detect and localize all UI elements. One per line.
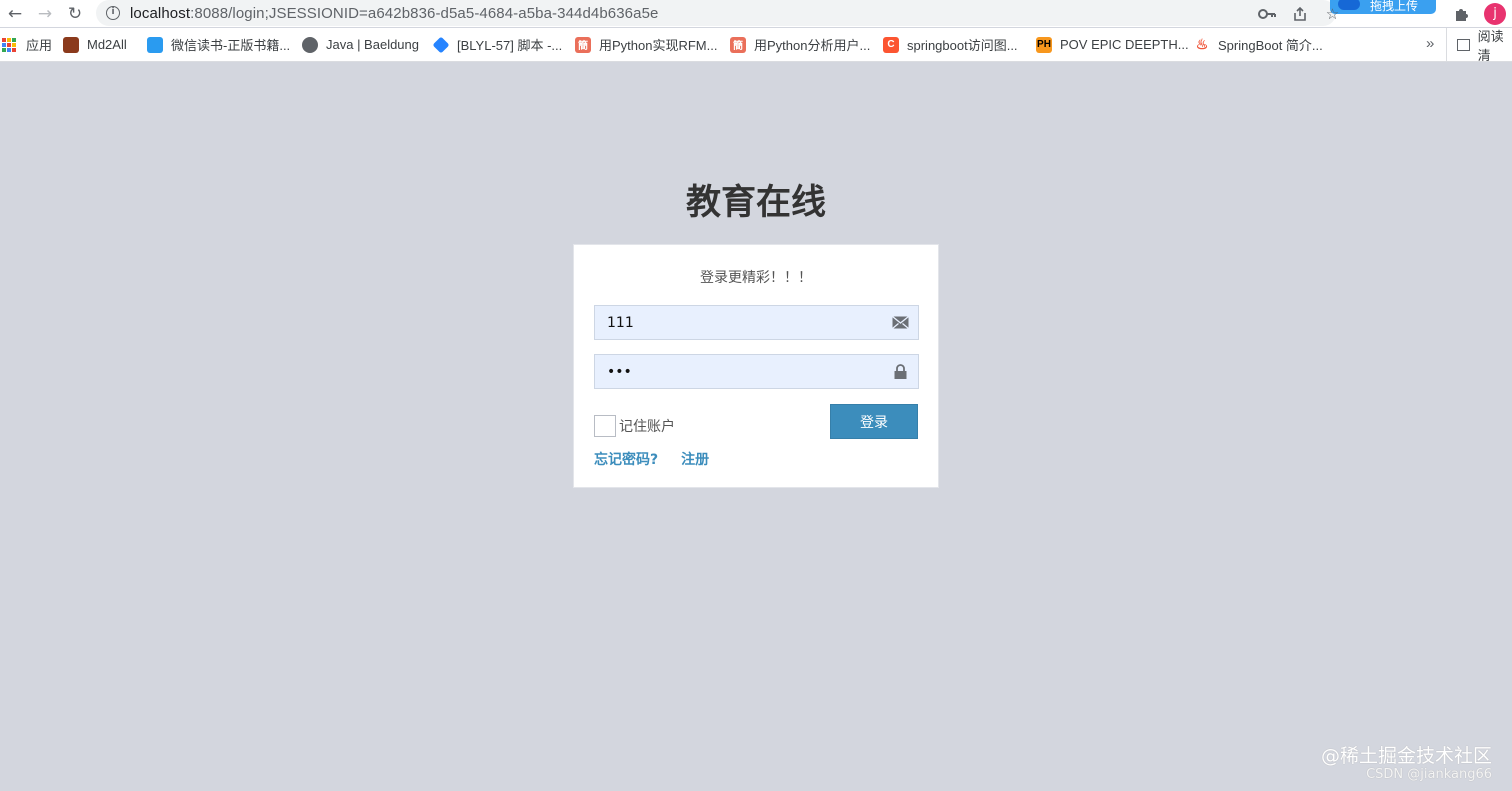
key-icon[interactable]	[1250, 0, 1283, 27]
bookmark-label: Java | Baeldung	[326, 37, 419, 52]
lock-icon	[894, 364, 907, 379]
bookmark-user-analysis[interactable]: 簡 用Python分析用户...	[730, 28, 883, 62]
bookmark-jira[interactable]: [BLYL-57] 脚本 -...	[432, 28, 575, 62]
bookmarks-more-button[interactable]: »	[1426, 28, 1434, 62]
globe-icon	[302, 36, 318, 53]
bookmark-label: POV EPIC DEEPTH...	[1060, 37, 1189, 52]
reload-icon[interactable]: ↻	[60, 0, 90, 27]
auth-links: 忘记密码? 注册	[594, 449, 732, 469]
bookmark-star-icon[interactable]: ☆	[1316, 0, 1349, 27]
reading-list-button[interactable]: 阅读清	[1446, 28, 1512, 63]
jira-icon	[432, 36, 450, 53]
username-field[interactable]	[594, 305, 919, 340]
back-icon[interactable]: ←	[0, 0, 30, 27]
bookmark-label: 用Python分析用户...	[754, 38, 871, 53]
url-host: localhost	[130, 4, 191, 22]
username-input[interactable]	[595, 306, 918, 339]
bookmark-label: 应用	[26, 38, 53, 53]
bookmark-label: [BLYL-57] 脚本 -...	[457, 38, 563, 53]
extension-icons	[1349, 0, 1445, 27]
weread-icon	[147, 36, 163, 53]
bookmark-baeldung[interactable]: Java | Baeldung	[302, 28, 433, 62]
envelope-icon	[892, 315, 909, 329]
bookmark-md2all[interactable]: Md2All	[63, 28, 147, 62]
login-card: 登录更精彩！！！ 记住账户 登录 忘记密码? 注册	[573, 244, 939, 488]
browser-toolbar: ← → ↻ i localhost:8088/login;JSESSIONID=…	[0, 0, 1512, 27]
bookmark-label: springboot访问图...	[907, 38, 1018, 53]
remember-account[interactable]: 记住账户	[594, 415, 675, 437]
bookmark-apps[interactable]: 应用	[2, 28, 63, 62]
ph-icon: PH	[1036, 36, 1052, 53]
bookmark-rfm[interactable]: 簡 用Python实现RFM...	[575, 28, 730, 62]
watermark-juejin: @稀土掘金技术社区	[1320, 745, 1492, 767]
watermark: @稀土掘金技术社区 CSDN @jiankang66	[1321, 746, 1492, 784]
password-input[interactable]	[595, 355, 918, 388]
remember-label: 记住账户	[619, 419, 675, 435]
toolbar-actions: ☆ j	[1250, 0, 1512, 27]
jianshu-icon: 簡	[575, 36, 591, 53]
apps-grid-icon	[2, 37, 16, 52]
csdn-icon: C	[883, 36, 899, 53]
url-text: localhost:8088/login;JSESSIONID=a642b836…	[130, 5, 658, 22]
login-button[interactable]: 登录	[830, 404, 918, 439]
bookmark-label: SpringBoot 简介...	[1218, 38, 1323, 53]
bookmark-label: Md2All	[87, 37, 127, 52]
remember-checkbox[interactable]	[594, 415, 616, 437]
reading-list-icon	[1457, 39, 1470, 51]
watermark-csdn: CSDN @jiankang66	[1366, 767, 1492, 782]
extensions-puzzle-icon[interactable]	[1445, 0, 1478, 27]
bookmarks-bar: 应用 Md2All 微信读书-正版书籍... Java | Baeldung […	[0, 28, 1512, 63]
bookmark-springboot-image[interactable]: C springboot访问图...	[883, 28, 1036, 62]
bookmark-pov[interactable]: PH POV EPIC DEEPTH...	[1036, 28, 1194, 62]
reading-list-label: 阅读清	[1477, 29, 1504, 63]
profile-avatar[interactable]: j	[1484, 2, 1506, 25]
register-link[interactable]: 注册	[681, 449, 709, 469]
password-field[interactable]	[594, 354, 919, 389]
jianshu-icon: 簡	[730, 36, 746, 53]
page-title: 教育在线	[685, 183, 826, 223]
flame-icon: ♨	[1195, 36, 1209, 52]
login-subtitle: 登录更精彩！！！	[700, 270, 812, 286]
forgot-password-link[interactable]: 忘记密码?	[594, 449, 658, 469]
bookmark-springboot-intro[interactable]: ♨ SpringBoot 简介...	[1194, 28, 1334, 62]
bookmark-weread[interactable]: 微信读书-正版书籍...	[147, 28, 302, 62]
md2all-icon	[63, 36, 79, 53]
bookmark-label: 微信读书-正版书籍...	[171, 38, 291, 53]
forward-icon[interactable]: →	[30, 0, 60, 27]
address-bar[interactable]: i localhost:8088/login;JSESSIONID=a642b8…	[96, 0, 1336, 26]
share-icon[interactable]	[1283, 0, 1316, 27]
url-path: :8088/login;JSESSIONID=a642b836-d5a5-468…	[190, 4, 659, 22]
site-info-icon[interactable]: i	[106, 6, 120, 20]
bookmark-label: 用Python实现RFM...	[599, 38, 718, 53]
